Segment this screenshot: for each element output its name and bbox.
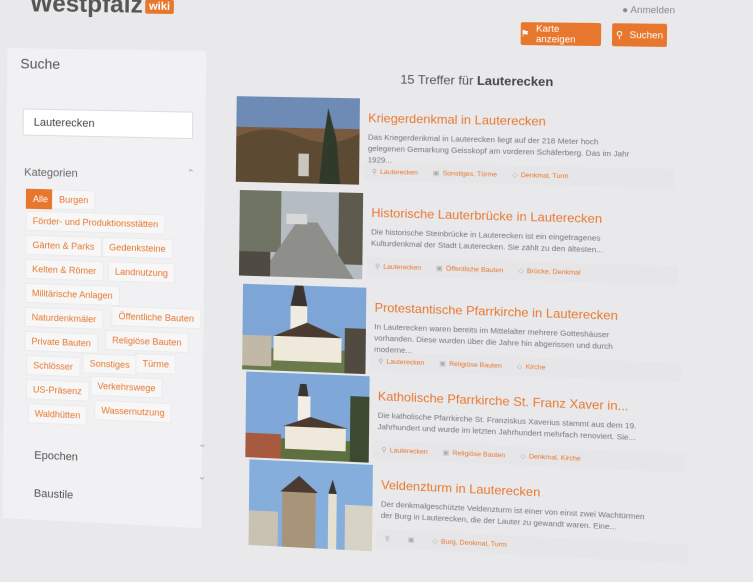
chevron-up-icon[interactable]: ⌃: [186, 168, 195, 179]
location-icon: ⚲: [378, 358, 384, 366]
baustile-section[interactable]: Baustile: [34, 488, 73, 502]
category-tag[interactable]: Wassernutzung: [94, 399, 172, 424]
location-icon: ⚲: [381, 446, 387, 455]
category-tag[interactable]: Türme: [135, 353, 177, 375]
site-logo[interactable]: Westpfalz wiki: [30, 0, 175, 20]
chevron-down-icon[interactable]: ⌄: [198, 439, 207, 451]
category-tag[interactable]: Verkehrswege: [90, 375, 163, 399]
result-title[interactable]: Veldenzturm in Lauterecken: [381, 478, 540, 500]
search-button[interactable]: ⚲ Suchen: [611, 23, 668, 47]
tag-icon: ◇: [512, 171, 518, 180]
result-thumbnail[interactable]: [238, 189, 364, 280]
tag-icon: ◇: [516, 363, 523, 371]
result-category: Religiöse Bauten: [452, 449, 506, 459]
category-tag[interactable]: Burgen: [51, 189, 96, 211]
chevron-down-icon[interactable]: ⌄: [198, 471, 207, 483]
page: Westpfalz wiki ● Anmelden ⚑ Karte anzeigen…: [0, 0, 753, 564]
category-tag[interactable]: Militärische Anlagen: [24, 282, 120, 307]
epochen-section[interactable]: Epochen: [34, 450, 78, 464]
result-meta: ⚲ ▣ ◇ Burg, Denkmal, Turm: [376, 528, 688, 564]
result-place: Lauterecken: [386, 357, 425, 367]
result-title[interactable]: Kriegerdenkmal in Lauterecken: [368, 111, 546, 129]
category-tag[interactable]: US-Präsenz: [25, 379, 89, 402]
category-tag[interactable]: Gärten & Parks: [25, 234, 102, 258]
result-card[interactable]: Veldenzturm in Lauterecken Der denkmalge…: [248, 459, 699, 576]
result-title[interactable]: Protestantische Pfarrkirche in Lautereck…: [375, 300, 618, 323]
result-meta: ⚲ Lauterecken ▣ Öffentliche Bauten ◇ Brücke…: [366, 256, 678, 286]
location-icon: ⚲: [384, 535, 390, 543]
folder-icon: ▣: [432, 169, 440, 178]
result-card[interactable]: Historische Lauterbrücke in Lauterecken …: [238, 189, 690, 298]
category-tag[interactable]: Öffentliche Bauten: [111, 305, 202, 330]
logo-badge: wiki: [144, 0, 175, 14]
category-tag[interactable]: Landnutzung: [107, 261, 176, 284]
category-tag[interactable]: Naturdenkmäler: [24, 306, 104, 330]
category-tag[interactable]: Waldhütten: [27, 403, 88, 426]
result-thumbnail[interactable]: [248, 459, 373, 552]
category-tag[interactable]: Religiöse Bauten: [104, 329, 189, 354]
result-category: Öffentliche Bauten: [445, 264, 504, 274]
result-tag: Denkmal, Turm: [520, 171, 569, 180]
folder-icon: ▣: [439, 360, 446, 368]
category-tag[interactable]: Schlösser: [26, 355, 81, 378]
sidebar-title: Suche: [20, 55, 61, 72]
login-link[interactable]: ● Anmelden: [622, 4, 675, 15]
result-tag: Denkmal, Kirche: [528, 452, 581, 463]
result-thumbnail[interactable]: [242, 283, 367, 375]
category-tag[interactable]: Private Bauten: [24, 330, 99, 354]
result-thumbnail[interactable]: [245, 371, 370, 463]
result-category: Religiöse Bauten: [449, 360, 502, 370]
result-title[interactable]: Historische Lauterbrücke in Lauterecken: [371, 206, 602, 227]
result-tag: Burg, Denkmal, Turm: [440, 537, 507, 549]
category-tag[interactable]: Förder- und Produktionsstätten: [25, 210, 166, 235]
map-icon: ⚑: [520, 27, 530, 39]
folder-icon: ▣: [436, 265, 443, 273]
folder-icon: ▣: [442, 449, 450, 457]
tag-icon: ◇: [518, 267, 524, 276]
folder-icon: ▣: [407, 536, 415, 545]
result-title[interactable]: Katholische Pfarrkirche St. Franz Xaver …: [378, 389, 629, 414]
result-tag: Brücke, Denkmal: [526, 267, 581, 277]
result-thumbnail[interactable]: [235, 96, 360, 185]
result-card[interactable]: Kriegerdenkmal in Lauterecken Das Kriege…: [235, 96, 686, 201]
search-sidebar: Suche Lauterecken Kategorien ⌃ Alle Burg…: [2, 48, 207, 529]
location-icon: ⚲: [374, 263, 381, 271]
category-tag[interactable]: Kelten & Römer: [25, 258, 104, 282]
category-tag[interactable]: Alle: [25, 188, 56, 210]
tag-icon: ◇: [432, 537, 438, 546]
result-category: Sonstiges, Türme: [442, 169, 498, 179]
result-description: Die historische Steinbrücke in Lautereck…: [371, 227, 604, 255]
search-input[interactable]: Lauterecken: [22, 108, 194, 140]
result-place: Lauterecken: [383, 263, 422, 272]
result-tag: Kirche: [525, 363, 546, 372]
result-place: Lauterecken: [389, 446, 428, 456]
result-description: Der denkmalgeschützte Veldenzturm ist ei…: [380, 499, 645, 532]
results-heading: 15 Treffer für Lauterecken: [400, 72, 554, 90]
result-place: Lauterecken: [379, 168, 419, 177]
tag-icon: ◇: [520, 452, 526, 461]
category-tag[interactable]: Gedenksteine: [101, 236, 173, 260]
category-tag[interactable]: Sonstiges: [82, 353, 137, 376]
search-icon: ⚲: [615, 28, 624, 40]
location-icon: ⚲: [371, 168, 377, 176]
categories-title: Kategorien: [24, 166, 78, 180]
show-map-button[interactable]: ⚑ Karte anzeigen: [520, 22, 602, 47]
result-description: Die katholische Pfarrkirche St. Franzisk…: [377, 410, 637, 443]
